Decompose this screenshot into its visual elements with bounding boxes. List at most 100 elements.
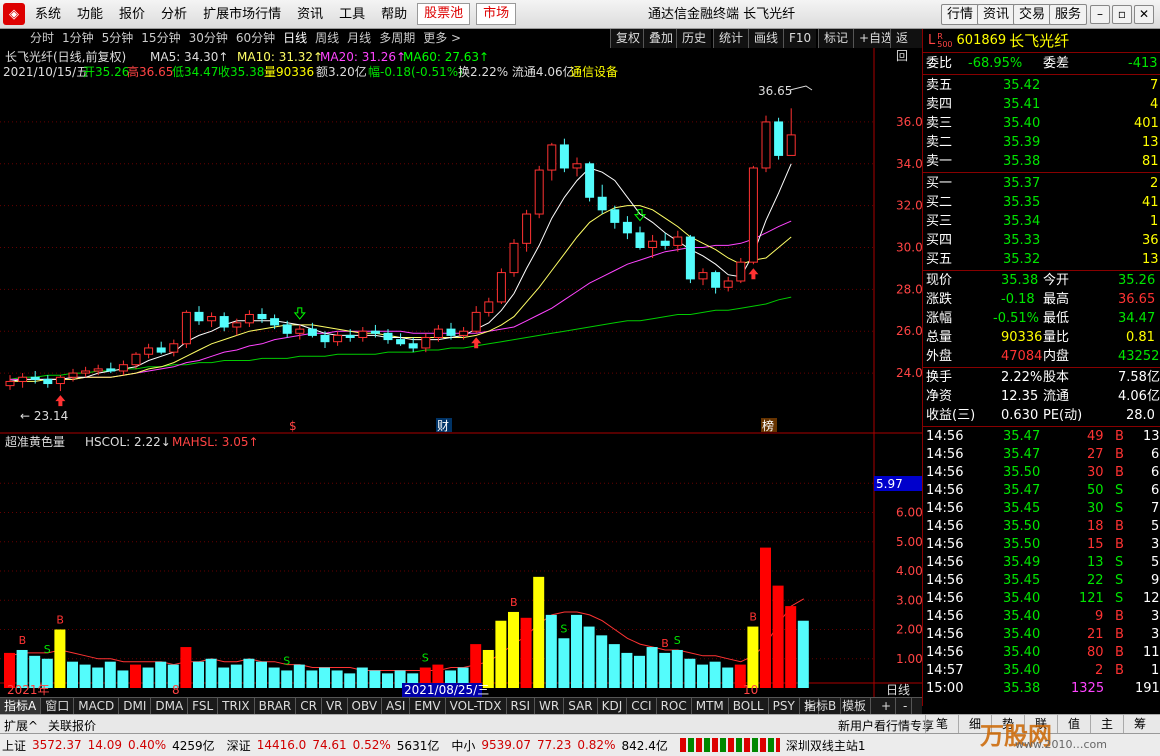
indicator-tab[interactable]: PSY bbox=[769, 698, 800, 714]
indicator-tab[interactable]: VOL-TDX bbox=[446, 698, 507, 714]
indicator-tab[interactable]: WR bbox=[535, 698, 565, 714]
restore-icon[interactable]: ▫ bbox=[1112, 5, 1132, 24]
event-marker-list[interactable]: 榜 bbox=[762, 418, 774, 433]
menu-tools[interactable]: 工具 bbox=[333, 0, 375, 29]
candle-body[interactable] bbox=[736, 261, 746, 282]
button-f10[interactable]: F10 bbox=[783, 29, 817, 48]
candle-body[interactable] bbox=[270, 318, 280, 326]
expand-button[interactable]: 扩展^ bbox=[4, 717, 38, 734]
candle-body[interactable] bbox=[471, 311, 481, 332]
candle-body[interactable] bbox=[244, 313, 254, 324]
kline-chart[interactable]: 36.0034.0032.0030.0028.0026.0024.007.006… bbox=[0, 48, 922, 697]
new-user-promo[interactable]: 新用户看行情专享 bbox=[838, 717, 934, 734]
candle-body[interactable] bbox=[698, 272, 708, 280]
candle-body[interactable] bbox=[358, 330, 368, 338]
candle-body[interactable] bbox=[232, 322, 242, 328]
indicator-tab[interactable]: BRAR bbox=[255, 698, 297, 714]
server-name[interactable]: 深圳双线主站1 bbox=[786, 737, 866, 754]
indicator-tab[interactable]: DMA bbox=[151, 698, 189, 714]
button-draw[interactable]: 画线 bbox=[748, 29, 784, 48]
period-tab-15min[interactable]: 15分钟 bbox=[137, 29, 184, 48]
candle-body[interactable] bbox=[333, 334, 343, 343]
indicator-tab[interactable]: ASI bbox=[382, 698, 411, 714]
candle-body[interactable] bbox=[156, 347, 166, 353]
menu-market[interactable]: 市场 bbox=[476, 3, 517, 25]
period-tab-1min[interactable]: 1分钟 bbox=[58, 29, 98, 48]
candle-body[interactable] bbox=[68, 372, 78, 378]
button-service[interactable]: 服务 bbox=[1049, 4, 1088, 25]
indicator-tab[interactable]: CCI bbox=[627, 698, 657, 714]
period-tab-weekly[interactable]: 周线 bbox=[311, 29, 343, 48]
candle-body[interactable] bbox=[446, 328, 456, 336]
candle-body[interactable] bbox=[370, 330, 380, 334]
candle-body[interactable] bbox=[219, 316, 229, 328]
event-marker-dividend[interactable]: $ bbox=[289, 419, 297, 433]
period-tab-fenshi[interactable]: 分时 bbox=[26, 29, 58, 48]
candle-body[interactable] bbox=[459, 330, 469, 336]
candle-body[interactable] bbox=[93, 368, 103, 372]
button-history[interactable]: 历史 bbox=[676, 29, 712, 48]
candle-body[interactable] bbox=[622, 221, 632, 234]
candle-body[interactable] bbox=[509, 242, 519, 274]
menu-analysis[interactable]: 分析 bbox=[155, 0, 197, 29]
period-tab-monthly[interactable]: 月线 bbox=[343, 29, 375, 48]
indicator-tab[interactable]: VR bbox=[322, 698, 348, 714]
menu-news[interactable]: 资讯 bbox=[291, 0, 333, 29]
candle-body[interactable] bbox=[144, 347, 154, 355]
candle-body[interactable] bbox=[660, 240, 670, 246]
candle-body[interactable] bbox=[761, 121, 771, 169]
sidebar-tab[interactable]: 值 bbox=[1057, 715, 1090, 733]
period-tab-30min[interactable]: 30分钟 bbox=[185, 29, 232, 48]
candle-body[interactable] bbox=[131, 353, 141, 366]
candle-body[interactable] bbox=[685, 236, 695, 280]
period-tab-5min[interactable]: 5分钟 bbox=[98, 29, 138, 48]
indicator-tab[interactable]: 指标A bbox=[0, 698, 42, 714]
candle-body[interactable] bbox=[282, 324, 292, 334]
close-icon[interactable]: ✕ bbox=[1134, 5, 1154, 24]
indicator-tab[interactable]: ROC bbox=[657, 698, 692, 714]
candle-body[interactable] bbox=[169, 343, 179, 353]
candle-body[interactable] bbox=[345, 334, 355, 338]
indicator-tab[interactable]: CR bbox=[296, 698, 322, 714]
indicator-tab[interactable]: SAR bbox=[564, 698, 598, 714]
menu-extended-market[interactable]: 扩展市场行情 bbox=[197, 0, 291, 29]
button-overlay[interactable]: 叠加 bbox=[643, 29, 679, 48]
zoom-out-button[interactable]: - bbox=[899, 698, 913, 714]
button-news[interactable]: 资讯 bbox=[977, 4, 1016, 25]
menu-quote[interactable]: 报价 bbox=[113, 0, 155, 29]
candle-body[interactable] bbox=[748, 167, 758, 263]
sidebar-tab[interactable]: 笔 bbox=[925, 715, 958, 733]
candle-body[interactable] bbox=[585, 163, 595, 198]
candle-body[interactable] bbox=[307, 328, 317, 336]
indicator-tab[interactable]: FSL bbox=[188, 698, 219, 714]
indicator-tab[interactable]: TRIX bbox=[218, 698, 255, 714]
candle-body[interactable] bbox=[433, 328, 443, 338]
candle-body[interactable] bbox=[559, 144, 569, 169]
candle-body[interactable] bbox=[421, 336, 431, 349]
indicator-tab[interactable]: OBV bbox=[348, 698, 383, 714]
candle-body[interactable] bbox=[118, 364, 128, 372]
period-tab-more[interactable]: 更多 > bbox=[419, 29, 465, 48]
period-tab-60min[interactable]: 60分钟 bbox=[232, 29, 279, 48]
candle-body[interactable] bbox=[396, 339, 406, 345]
candle-body[interactable] bbox=[635, 232, 645, 249]
button-back[interactable]: 返回 bbox=[890, 29, 922, 63]
candle-body[interactable] bbox=[496, 272, 506, 303]
candle-body[interactable] bbox=[81, 370, 91, 374]
candle-body[interactable] bbox=[610, 209, 620, 223]
menu-stock-pool[interactable]: 股票池 bbox=[417, 3, 471, 25]
candle-body[interactable] bbox=[484, 301, 494, 313]
button-adjust[interactable]: 复权 bbox=[610, 29, 646, 48]
candle-body[interactable] bbox=[711, 272, 721, 288]
indicator-tab[interactable]: MTM bbox=[692, 698, 729, 714]
candle-body[interactable] bbox=[522, 213, 532, 244]
candle-body[interactable] bbox=[5, 380, 15, 387]
sidebar-tab[interactable]: 主 bbox=[1090, 715, 1123, 733]
candle-body[interactable] bbox=[257, 313, 267, 320]
candle-body[interactable] bbox=[534, 169, 544, 215]
indicator-tab[interactable]: KDJ bbox=[598, 698, 628, 714]
template-tab[interactable]: 模板 bbox=[838, 698, 872, 714]
candle-body[interactable] bbox=[572, 163, 582, 169]
candle-body[interactable] bbox=[194, 311, 204, 322]
indicator-tab[interactable]: 窗口 bbox=[41, 698, 75, 714]
